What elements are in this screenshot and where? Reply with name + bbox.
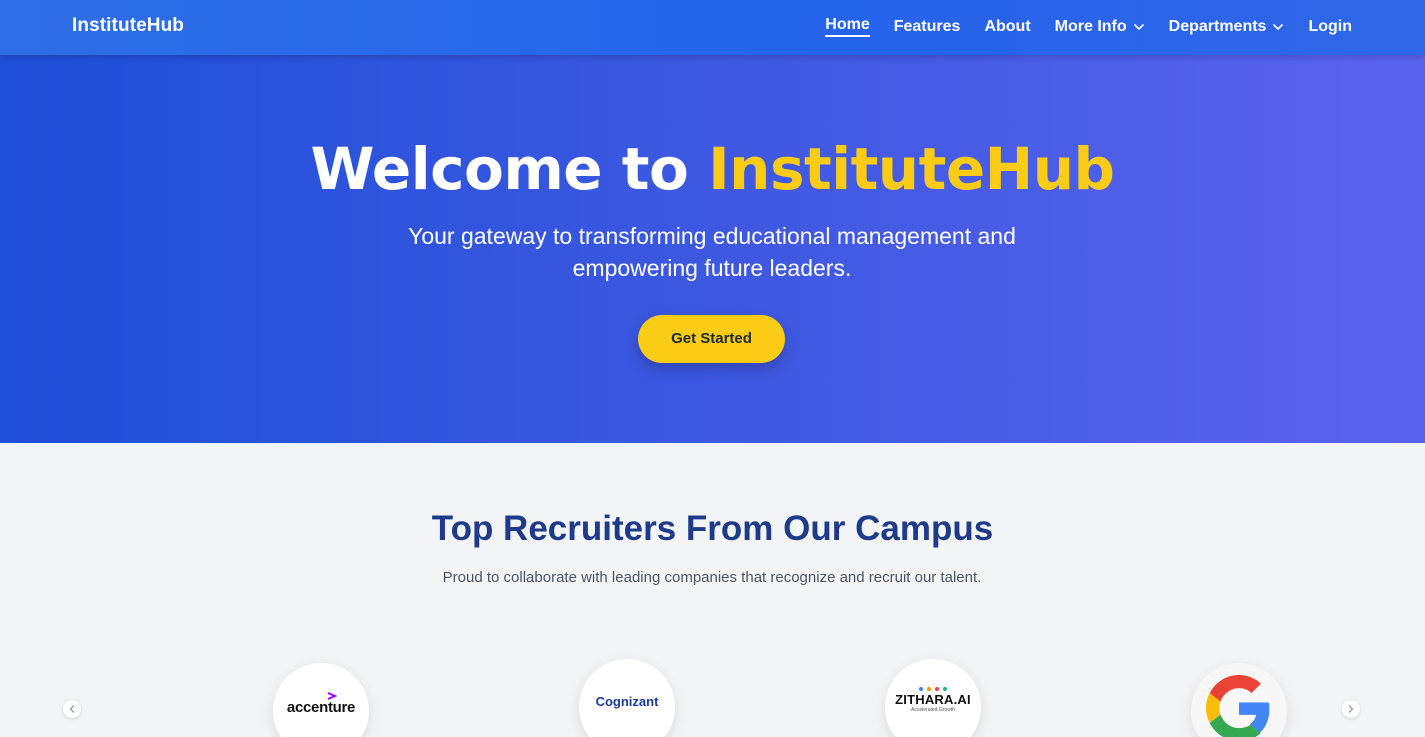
top-navbar: InstituteHub Home Features About More In… — [0, 0, 1425, 55]
brand-logo[interactable]: InstituteHub — [72, 15, 184, 37]
accenture-chevron-icon — [327, 692, 337, 700]
accenture-logo: accenture — [287, 692, 355, 717]
recruiter-logo-cognizant[interactable]: Cognizant — [579, 659, 675, 737]
recruiter-logo-accenture[interactable]: accenture — [273, 663, 369, 737]
nav-more-info-dropdown[interactable]: More Info — [1055, 18, 1145, 36]
hero-title-prefix: Welcome to — [310, 135, 709, 203]
chevron-left-icon — [69, 705, 75, 713]
carousel-prev-button[interactable] — [63, 700, 81, 718]
chevron-down-icon — [1133, 23, 1144, 30]
nav-about[interactable]: About — [984, 18, 1030, 36]
zithara-dots — [918, 687, 947, 691]
recruiters-subtitle: Proud to collaborate with leading compan… — [442, 569, 982, 586]
nav-features[interactable]: Features — [894, 18, 961, 36]
zithara-tagline: Accelerated Growth — [911, 707, 955, 713]
hero-title-highlight: InstituteHub — [708, 135, 1115, 203]
recruiters-title: Top Recruiters From Our Campus — [431, 509, 994, 548]
nav-home[interactable]: Home — [825, 16, 870, 37]
recruiter-logo-google[interactable] — [1191, 663, 1287, 737]
recruiters-section: Top Recruiters From Our Campus Proud to … — [0, 443, 1425, 737]
nav-departments-dropdown[interactable]: Departments — [1169, 18, 1285, 36]
hero-section: Welcome to InstituteHub Your gateway to … — [0, 55, 1425, 443]
cognizant-logo: Cognizant — [595, 693, 659, 709]
hero-title: Welcome to InstituteHub — [0, 135, 1425, 203]
nav-links: Home Features About More Info Department… — [825, 16, 1352, 37]
zithara-logo: ZITHARA.AI Accelerated Growth — [895, 687, 971, 713]
get-started-button[interactable]: Get Started — [638, 315, 785, 363]
google-g-logo — [1206, 675, 1270, 737]
carousel-next-button[interactable] — [1342, 700, 1360, 718]
recruiter-logo-zithara[interactable]: ZITHARA.AI Accelerated Growth — [885, 659, 981, 737]
chevron-right-icon — [1348, 705, 1354, 713]
hero-subtitle: Your gateway to transforming educational… — [408, 223, 1016, 281]
chevron-down-icon — [1273, 23, 1284, 30]
nav-login[interactable]: Login — [1308, 18, 1352, 36]
